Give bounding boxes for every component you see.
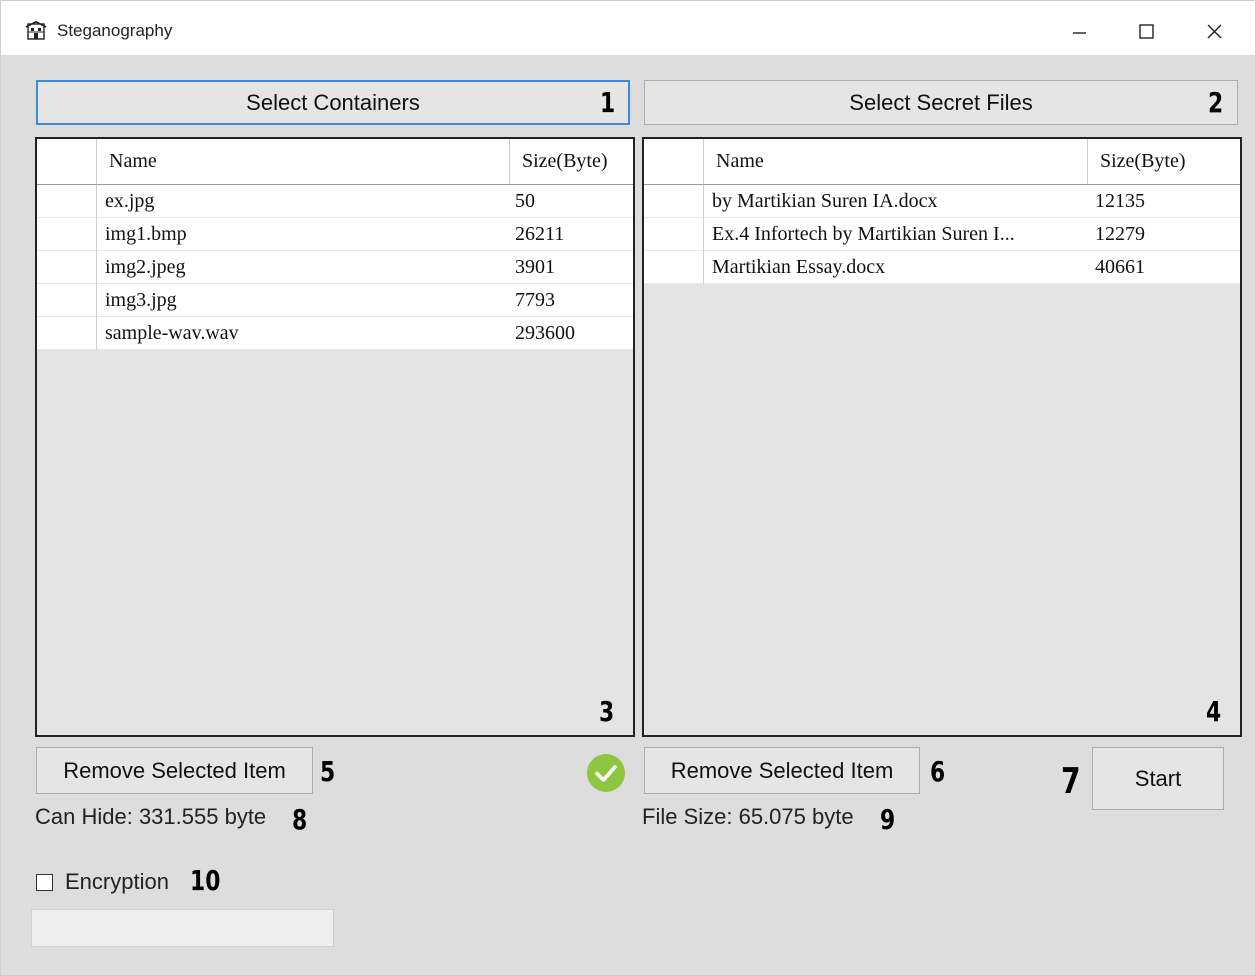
- cell-name[interactable]: sample-wav.wav: [97, 317, 507, 350]
- row-header[interactable]: [644, 251, 704, 284]
- cell-size[interactable]: 26211: [507, 218, 633, 251]
- title-bar: Steganography: [1, 1, 1255, 55]
- annotation-1: 1: [600, 86, 616, 119]
- cell-size[interactable]: 12135: [1087, 185, 1240, 218]
- remove-selected-container-label: Remove Selected Item: [63, 757, 286, 783]
- select-containers-button[interactable]: Select Containers: [36, 80, 630, 125]
- app-window: Steganography Select Containers 1 Select…: [0, 0, 1256, 976]
- cell-size[interactable]: 50: [507, 185, 633, 218]
- cell-name[interactable]: ex.jpg: [97, 185, 507, 218]
- select-secret-files-label: Select Secret Files: [849, 89, 1033, 115]
- annotation-7: 7: [1061, 761, 1081, 802]
- row-header[interactable]: [644, 218, 704, 251]
- minimize-icon[interactable]: [1059, 15, 1099, 47]
- column-header-size[interactable]: Size(Byte): [509, 139, 608, 184]
- row-header-corner: [37, 139, 97, 184]
- row-header[interactable]: [37, 317, 97, 350]
- cell-name[interactable]: Ex.4 Infortech by Martikian Suren I...: [704, 218, 1087, 251]
- annotation-5: 5: [320, 755, 336, 788]
- start-label: Start: [1134, 765, 1182, 791]
- annotation-3: 3: [599, 695, 615, 728]
- containers-grid[interactable]: Name Size(Byte) ex.jpg 50 img1.bmp 26211…: [35, 137, 635, 737]
- annotation-8: 8: [292, 803, 308, 836]
- table-row[interactable]: img1.bmp 26211: [37, 218, 633, 251]
- select-secret-files-button[interactable]: Select Secret Files: [644, 80, 1238, 125]
- window-title: Steganography: [57, 21, 173, 40]
- remove-selected-secret-label: Remove Selected Item: [670, 757, 894, 783]
- annotation-2: 2: [1208, 86, 1224, 119]
- remove-selected-container-button[interactable]: Remove Selected Item: [36, 747, 313, 794]
- table-row[interactable]: Martikian Essay.docx 40661: [644, 251, 1240, 284]
- row-header-corner: [644, 139, 704, 184]
- table-row[interactable]: img2.jpeg 3901: [37, 251, 633, 284]
- table-row[interactable]: sample-wav.wav 293600: [37, 317, 633, 350]
- column-header-name[interactable]: Name: [704, 139, 764, 184]
- check-circle-icon: [587, 754, 625, 792]
- maximize-icon[interactable]: [1126, 15, 1166, 47]
- cell-size[interactable]: 12279: [1087, 218, 1240, 251]
- select-containers-label: Select Containers: [246, 89, 420, 115]
- cell-size[interactable]: 40661: [1087, 251, 1240, 284]
- cell-size[interactable]: 293600: [507, 317, 633, 350]
- cell-name[interactable]: by Martikian Suren IA.docx: [704, 185, 1087, 218]
- annotation-10: 10: [190, 864, 221, 897]
- remove-selected-secret-button[interactable]: Remove Selected Item: [644, 747, 920, 794]
- annotation-9: 9: [880, 803, 896, 836]
- table-row[interactable]: by Martikian Suren IA.docx 12135: [644, 185, 1240, 218]
- table-row[interactable]: ex.jpg 50: [37, 185, 633, 218]
- encryption-checkbox[interactable]: [36, 874, 53, 891]
- table-row[interactable]: img3.jpg 7793: [37, 284, 633, 317]
- column-header-size[interactable]: Size(Byte): [1087, 139, 1186, 184]
- can-hide-label: Can Hide: 331.555 byte: [35, 804, 267, 829]
- cell-name[interactable]: img1.bmp: [97, 218, 507, 251]
- encryption-key-input[interactable]: [31, 909, 334, 947]
- start-button[interactable]: Start: [1092, 747, 1224, 810]
- row-header[interactable]: [37, 185, 97, 218]
- encryption-label[interactable]: Encryption: [65, 869, 169, 895]
- cell-name[interactable]: img2.jpeg: [97, 251, 507, 284]
- row-header[interactable]: [644, 185, 704, 218]
- cell-size[interactable]: 7793: [507, 284, 633, 317]
- cell-name[interactable]: Martikian Essay.docx: [704, 251, 1087, 284]
- row-header[interactable]: [37, 218, 97, 251]
- annotation-6: 6: [930, 755, 946, 788]
- secret-files-grid[interactable]: Name Size(Byte) by Martikian Suren IA.do…: [642, 137, 1242, 737]
- table-row[interactable]: Ex.4 Infortech by Martikian Suren I... 1…: [644, 218, 1240, 251]
- cell-name[interactable]: img3.jpg: [97, 284, 507, 317]
- row-header[interactable]: [37, 284, 97, 317]
- close-icon[interactable]: [1194, 15, 1234, 47]
- annotation-4: 4: [1206, 695, 1222, 728]
- cell-size[interactable]: 3901: [507, 251, 633, 284]
- building-app-icon: [25, 21, 47, 40]
- row-header[interactable]: [37, 251, 97, 284]
- secret-files-grid-header: Name Size(Byte): [644, 139, 1240, 185]
- containers-grid-header: Name Size(Byte): [37, 139, 633, 185]
- file-size-label: File Size: 65.075 byte: [642, 804, 854, 829]
- column-header-name[interactable]: Name: [97, 139, 157, 184]
